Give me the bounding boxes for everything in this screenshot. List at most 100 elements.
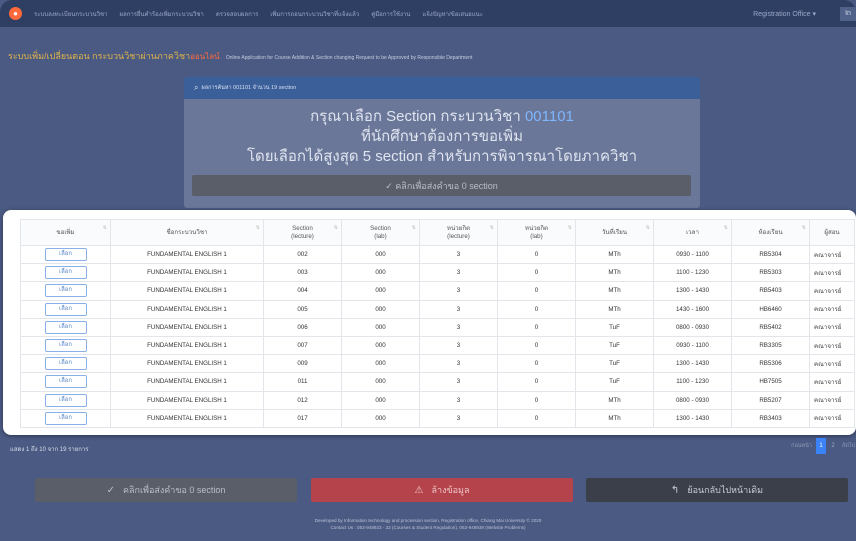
cell-section-lab: 000 xyxy=(341,335,420,356)
clear-data-button[interactable]: ⚠ ล้างข้อมูล xyxy=(311,478,573,502)
cell-instructor: คณาจารย์ xyxy=(809,263,855,283)
cell-room: HB7505 xyxy=(731,372,810,392)
cell-credit-lab: 0 xyxy=(497,354,576,374)
table-row: เลือก FUNDAMENTAL ENGLISH 1 007 000 3 0 TuF 093… xyxy=(20,335,855,356)
cell-course: FUNDAMENTAL ENGLISH 1 xyxy=(110,317,264,337)
cell-credit-lecture: 3 xyxy=(419,281,498,301)
course-code: 001101 xyxy=(524,108,574,125)
nav-item-registration[interactable]: ระบบลงทะเบียนกระบวนวิชา xyxy=(34,9,108,19)
col-header-course[interactable]: ชื่อกระบวนวิชา ⇅ xyxy=(110,219,264,246)
table-row: เลือก FUNDAMENTAL ENGLISH 1 017 000 3 0 MTh 130… xyxy=(20,408,855,428)
nav-item-feedback[interactable]: แจ้งปัญหา/ข้อเสนอแนะ xyxy=(422,9,483,19)
cell-time: 1100 - 1230 xyxy=(653,372,732,392)
cell-credit-lab: 0 xyxy=(497,281,576,301)
cell-credit-lecture: 3 xyxy=(419,317,498,337)
submit-request-button[interactable]: ✓ คลิกเพื่อส่งคำขอ 0 section xyxy=(35,478,297,502)
pagination-page-1[interactable]: 1 xyxy=(816,438,826,454)
col-header-cr-lab[interactable]: หน่วยกิต (lab) ⇅ xyxy=(497,219,576,246)
sort-icon: ⇅ xyxy=(723,225,728,231)
pagination: ก่อนหน้า 1 2 ถัดไป xyxy=(791,438,856,454)
col-header-sec-lab[interactable]: Section (lab) ⇅ xyxy=(341,219,420,246)
pagination-page-2[interactable]: 2 xyxy=(828,438,838,454)
col-header-sec-lec[interactable]: Section (lecture) ⇅ xyxy=(263,219,342,246)
sort-icon: ⇅ xyxy=(801,225,806,231)
card-submit-button[interactable]: ✓ คลิกเพื่อส่งคำขอ 0 section xyxy=(192,175,691,196)
cell-credit-lecture: 3 xyxy=(419,408,498,428)
select-section-button[interactable]: เลือก xyxy=(44,320,87,334)
footer: Developed by Information technology and … xyxy=(0,517,856,531)
cell-time: 1300 - 1430 xyxy=(653,281,732,301)
cell-select: เลือก xyxy=(20,244,111,265)
cell-room: RB5304 xyxy=(731,244,810,265)
cell-section-lecture: 007 xyxy=(263,335,342,356)
cell-section-lecture: 011 xyxy=(263,372,342,392)
page-title-english: Online Application for Course Addition &… xyxy=(225,55,473,61)
cell-instructor: คณาจารย์ xyxy=(809,354,855,374)
select-section-button[interactable]: เลือก xyxy=(44,357,87,371)
cell-day: MTh xyxy=(575,263,654,283)
select-section-button[interactable]: เลือก xyxy=(44,339,87,353)
cell-day: MTh xyxy=(575,390,654,410)
cell-select: เลือก xyxy=(20,354,111,374)
table-row: เลือก FUNDAMENTAL ENGLISH 1 005 000 3 0 MTh 143… xyxy=(20,299,855,319)
select-section-button[interactable]: เลือก xyxy=(44,266,87,280)
cell-section-lab: 000 xyxy=(341,408,420,428)
select-section-button[interactable]: เลือก xyxy=(44,302,87,316)
search-icon: ⌕ xyxy=(194,83,199,92)
cell-section-lab: 000 xyxy=(341,281,420,301)
sort-icon: ⇅ xyxy=(255,225,260,231)
cell-course: FUNDAMENTAL ENGLISH 1 xyxy=(110,335,264,356)
pagination-next[interactable]: ถัดไป xyxy=(842,442,856,450)
cell-room: RB3403 xyxy=(731,408,810,428)
cell-credit-lecture: 3 xyxy=(419,335,498,356)
cell-day: MTh xyxy=(575,408,654,428)
nav-item-withdraw[interactable]: เพิ่มการถอนกระบวนวิชาที่แจ้งแล้ว xyxy=(270,9,359,19)
nav-item-manual[interactable]: คู่มือการใช้งาน xyxy=(371,9,410,19)
nav-item-results[interactable]: ผลการยื่นคำร้องเพิ่มกระบวนวิชา xyxy=(120,9,204,19)
nav-item-check[interactable]: ตรวจสอบผลการ xyxy=(216,9,259,19)
cell-time: 0800 - 0930 xyxy=(653,317,732,337)
footer-line-1: Developed by Information technology and … xyxy=(314,518,542,523)
cell-room: RB3305 xyxy=(731,335,810,356)
cell-select: เลือก xyxy=(20,335,111,356)
cell-credit-lecture: 3 xyxy=(419,390,498,410)
cell-room: HB6460 xyxy=(731,299,810,319)
table-row: เลือก FUNDAMENTAL ENGLISH 1 006 000 3 0 TuF 080… xyxy=(20,317,855,337)
cell-instructor: คณาจารย์ xyxy=(809,372,855,392)
table-body: เลือก FUNDAMENTAL ENGLISH 1 002 000 3 0 MTh 093… xyxy=(20,244,855,428)
language-toggle[interactable]: In xyxy=(840,6,856,21)
col-header-time[interactable]: เวลา ⇅ xyxy=(653,219,732,246)
cell-credit-lecture: 3 xyxy=(419,299,498,319)
col-header-add[interactable]: ขอเพิ่ม ⇅ xyxy=(20,219,111,246)
instruction-line-2: ที่นักศึกษาต้องการขอเพิ่ม xyxy=(361,128,523,145)
instruction-prefix: กรุณาเลือก Section กระบวนวิชา xyxy=(310,108,521,125)
select-section-button[interactable]: เลือก xyxy=(44,284,87,298)
select-section-button[interactable]: เลือก xyxy=(44,248,87,262)
select-section-button[interactable]: เลือก xyxy=(44,393,87,407)
pagination-prev[interactable]: ก่อนหน้า xyxy=(791,442,812,450)
user-menu[interactable]: Registration Office ▾ xyxy=(753,10,816,18)
cell-room: RB5306 xyxy=(731,354,810,374)
sort-icon: ⇅ xyxy=(567,225,572,231)
cell-room: RB5207 xyxy=(731,390,810,410)
cell-course: FUNDAMENTAL ENGLISH 1 xyxy=(110,372,264,392)
cell-time: 0930 - 1100 xyxy=(653,335,732,356)
cell-course: FUNDAMENTAL ENGLISH 1 xyxy=(110,390,264,410)
cell-select: เลือก xyxy=(20,408,111,428)
select-section-button[interactable]: เลือก xyxy=(44,375,87,389)
col-header-cr-lec[interactable]: หน่วยกิต (lecture) ⇅ xyxy=(419,219,498,246)
cell-credit-lab: 0 xyxy=(497,390,576,410)
cell-course: FUNDAMENTAL ENGLISH 1 xyxy=(110,281,264,301)
back-button[interactable]: ↰ ย้อนกลับไปหน้าเดิม xyxy=(586,478,848,502)
table-header-row: ขอเพิ่ม ⇅ ชื่อกระบวนวิชา ⇅ Section (lecture… xyxy=(20,219,855,246)
col-header-day[interactable]: วันที่เรียน ⇅ xyxy=(575,219,654,246)
check-icon: ✓ xyxy=(106,484,115,496)
cell-credit-lab: 0 xyxy=(497,299,576,319)
select-section-button[interactable]: เลือก xyxy=(44,411,87,425)
col-header-instructor[interactable]: ผู้สอน xyxy=(809,219,855,246)
cell-day: MTh xyxy=(575,299,654,319)
university-logo-icon[interactable]: ● xyxy=(9,7,22,20)
instruction-line-1: กรุณาเลือก Section กระบวนวิชา 001101 xyxy=(184,107,700,127)
col-header-room[interactable]: ห้องเรียน ⇅ xyxy=(731,219,810,246)
table-row: เลือก FUNDAMENTAL ENGLISH 1 004 000 3 0 MTh 130… xyxy=(20,281,855,301)
